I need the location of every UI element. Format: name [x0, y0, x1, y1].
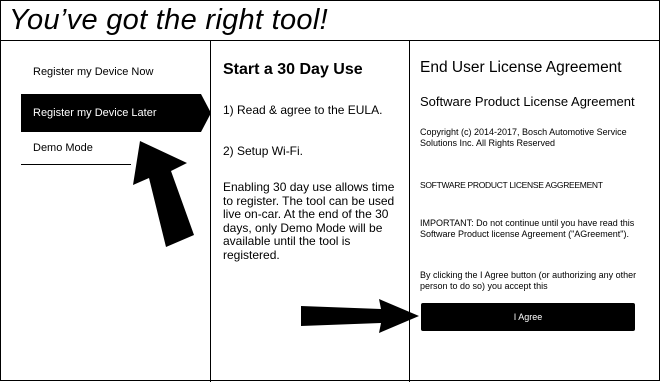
eula-copyright: Copyright (c) 2014-2017, Bosch Automotiv… [420, 127, 627, 148]
page-header: You’ve got the right tool! [1, 1, 660, 41]
eula-important-text: IMPORTANT: Do not continue until you hav… [420, 218, 635, 239]
eula-panel: End User License Agreement Software Prod… [411, 41, 660, 382]
divider [21, 164, 131, 165]
step-item: 1) Read & agree to the EULA. [223, 103, 383, 117]
eula-acceptance-text: By clicking the I Agree button (or autho… [420, 270, 637, 291]
i-agree-button[interactable]: I Agree [421, 303, 635, 331]
eula-subtitle: Software Product License Agreement [420, 94, 635, 109]
sidebar-item-register-later[interactable]: Register my Device Later [21, 94, 201, 132]
sidebar-item-demo-mode[interactable]: Demo Mode [21, 129, 201, 167]
divider [173, 164, 183, 165]
active-item-pointer [201, 94, 211, 132]
eula-title: End User License Agreement [420, 59, 622, 76]
app-window: You’ve got the right tool! Register my D… [0, 0, 660, 382]
instructions-panel: Start a 30 Day Use 1) Read & agree to th… [212, 41, 410, 382]
eula-section-heading: SOFTWARE PRODUCT LICENSE AGGREEMENT [420, 180, 603, 190]
instructions-paragraph: Enabling 30 day use allows time to regis… [223, 180, 395, 262]
sidebar-item-register-now[interactable]: Register my Device Now [21, 53, 201, 91]
sidebar: Register my Device Now Register my Devic… [1, 41, 211, 382]
instructions-heading: Start a 30 Day Use [223, 61, 363, 78]
page-title: You’ve got the right tool! [9, 4, 328, 36]
step-item: 2) Setup Wi-Fi. [223, 144, 304, 158]
